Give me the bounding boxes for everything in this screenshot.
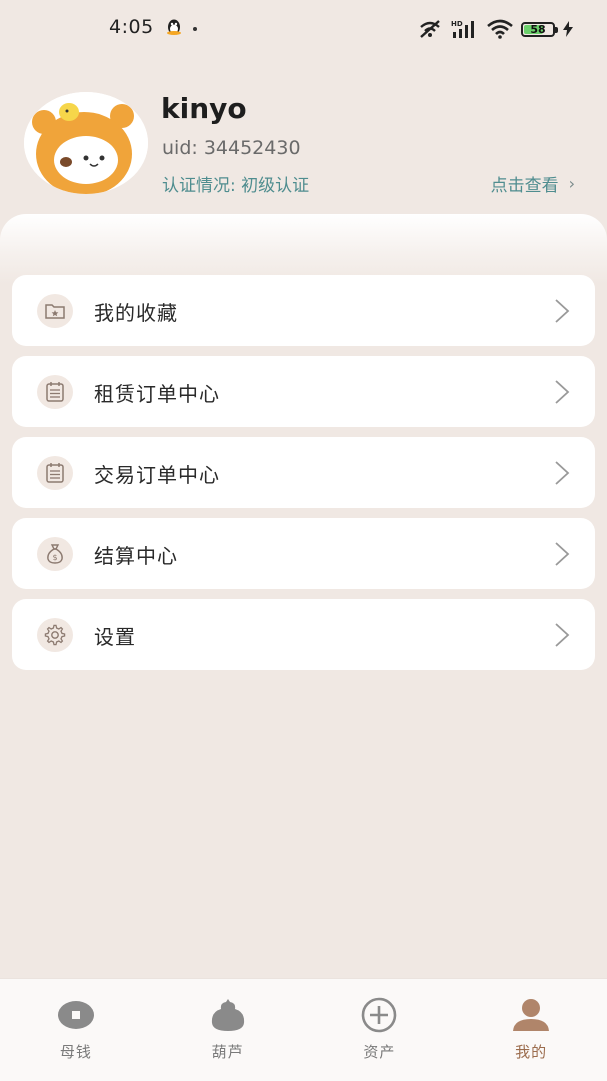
favorites-folder-icon bbox=[37, 294, 73, 328]
tab-label: 母钱 bbox=[59, 1043, 92, 1061]
view-link-label: 点击查看 bbox=[490, 176, 559, 196]
avatar[interactable] bbox=[24, 92, 148, 194]
menu-item-rental-orders[interactable]: 租赁订单中心 bbox=[12, 356, 595, 427]
status-time: 4:05 bbox=[109, 16, 154, 38]
uid-label: uid: bbox=[162, 137, 204, 159]
chevron-right-icon: › bbox=[568, 174, 575, 193]
menu-label: 交易订单中心 bbox=[94, 463, 220, 487]
menu-list: 我的收藏 租赁订单中心 交易订单中心 $ 结算中心 设置 bbox=[12, 275, 595, 680]
coin-icon bbox=[57, 1001, 94, 1029]
menu-item-settlement[interactable]: $ 结算中心 bbox=[12, 518, 595, 589]
uid-text: uid: 34452430 bbox=[162, 137, 301, 159]
menu-label: 我的收藏 bbox=[94, 301, 178, 325]
tab-label: 我的 bbox=[515, 1043, 548, 1061]
signal-icon: HD bbox=[451, 20, 474, 38]
notification-dot bbox=[193, 27, 197, 31]
menu-label: 设置 bbox=[94, 625, 136, 649]
gear-icon bbox=[37, 618, 73, 652]
tab-label: 葫芦 bbox=[211, 1043, 244, 1061]
trade-orders-icon bbox=[37, 456, 73, 490]
chevron-right-icon bbox=[555, 461, 570, 485]
bear-avatar-icon bbox=[24, 92, 148, 194]
chevron-right-icon bbox=[555, 623, 570, 647]
wifi-icon bbox=[487, 19, 513, 39]
status-icons: HD 58 bbox=[417, 17, 573, 41]
bottom-tab-bar: 母钱 葫芦 资产 我的 bbox=[0, 978, 607, 1081]
menu-item-trade-orders[interactable]: 交易订单中心 bbox=[12, 437, 595, 508]
plus-circle-icon bbox=[362, 997, 397, 1033]
tab-muqian[interactable]: 母钱 bbox=[0, 979, 152, 1081]
tab-hulu[interactable]: 葫芦 bbox=[152, 979, 304, 1081]
gourd-icon bbox=[211, 999, 244, 1031]
person-icon bbox=[513, 999, 550, 1031]
tab-label: 资产 bbox=[363, 1043, 396, 1061]
view-certification-link[interactable]: 点击查看 › bbox=[491, 171, 575, 196]
rental-orders-icon bbox=[37, 375, 73, 409]
qq-icon bbox=[167, 19, 181, 35]
menu-item-settings[interactable]: 设置 bbox=[12, 599, 595, 670]
battery-level: 58 bbox=[530, 22, 546, 36]
tab-assets[interactable]: 资产 bbox=[304, 979, 456, 1081]
menu-label: 结算中心 bbox=[94, 544, 178, 568]
svg-text:$: $ bbox=[52, 553, 57, 562]
chevron-right-icon bbox=[555, 380, 570, 404]
status-bar: 4:05 HD 58 bbox=[0, 0, 607, 58]
cert-level: 初级认证 bbox=[241, 176, 310, 196]
battery-icon: 58 bbox=[521, 21, 558, 37]
menu-label: 租赁订单中心 bbox=[94, 382, 220, 406]
chevron-right-icon bbox=[555, 299, 570, 323]
username: kinyo bbox=[161, 92, 247, 125]
content-panel-header bbox=[0, 214, 607, 284]
mute-icon bbox=[420, 20, 440, 38]
certification-status: 认证情况: 初级认证 bbox=[162, 171, 309, 196]
menu-item-favorites[interactable]: 我的收藏 bbox=[12, 275, 595, 346]
cert-label: 认证情况: bbox=[162, 176, 242, 196]
svg-text:HD: HD bbox=[451, 20, 463, 28]
tab-mine[interactable]: 我的 bbox=[455, 979, 607, 1081]
chevron-right-icon bbox=[555, 542, 570, 566]
charging-icon bbox=[563, 21, 573, 37]
money-bag-icon: $ bbox=[37, 537, 73, 571]
uid-value: 34452430 bbox=[203, 137, 301, 159]
